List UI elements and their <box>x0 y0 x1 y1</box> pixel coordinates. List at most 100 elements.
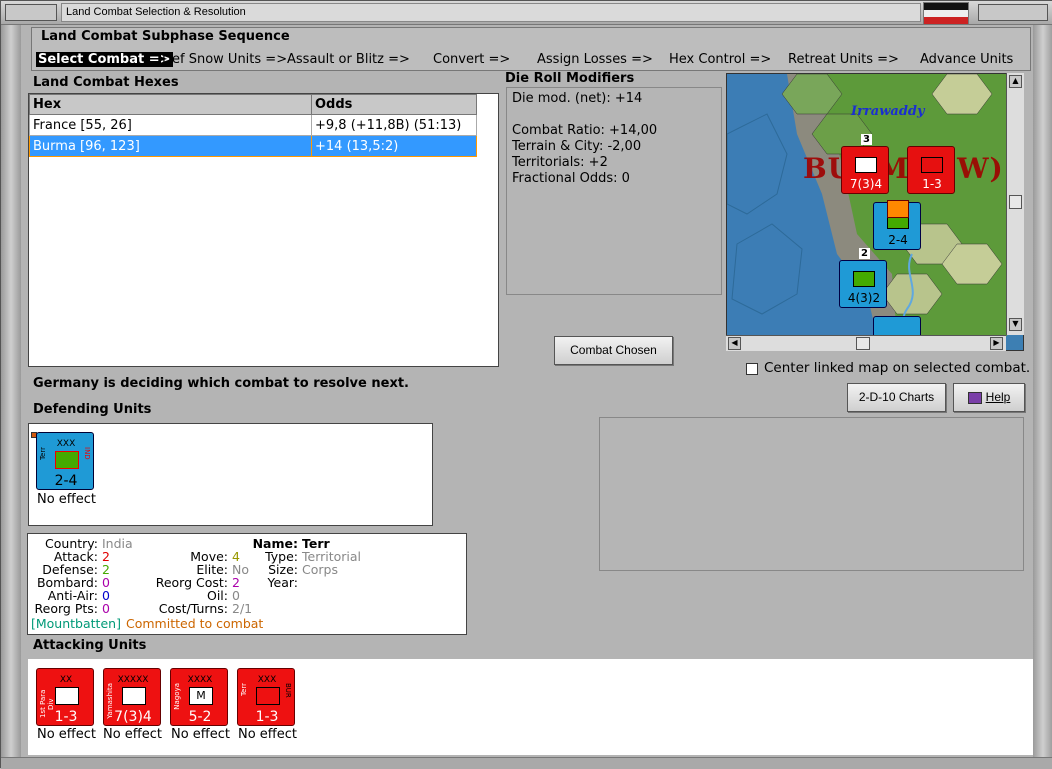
attacking-unit-counter[interactable]: XXX Terr BUR 1-3 <box>237 668 295 726</box>
unit-strength: 1-3 <box>255 709 279 725</box>
scroll-up-icon[interactable]: ▲ <box>1009 75 1022 88</box>
map-unit-strength: 1-3 <box>922 177 942 191</box>
reorg-value: 0 <box>102 601 110 616</box>
odds-cell[interactable]: +14 (13,5:2) <box>311 135 477 157</box>
attacking-unit-counter[interactable]: XXXX Nagoya M 5-2 <box>170 668 228 726</box>
scroll-thumb[interactable] <box>1009 195 1022 209</box>
column-header-odds[interactable]: Odds <box>311 94 477 115</box>
defending-units-title: Defending Units <box>33 402 152 417</box>
die-roll-modifiers-title: Die Roll Modifiers <box>505 71 635 86</box>
die-mod-line: Territorials: +2 <box>512 155 608 170</box>
reorg-label: Reorg Pts: <box>34 601 98 616</box>
table-row[interactable]: France [55, 26] +9,8 (+11,8B) (51:13) <box>29 114 477 136</box>
scroll-right-icon[interactable]: ▶ <box>990 337 1003 350</box>
help-book-icon <box>967 391 982 404</box>
unit-effect: No effect <box>238 727 298 742</box>
frame-left <box>1 25 21 765</box>
window-menu-button[interactable] <box>5 4 57 21</box>
defending-unit-counter[interactable]: XXX Terr IND 2-4 <box>36 432 94 490</box>
defending-units-panel: XXX Terr IND 2-4 No effect <box>28 423 433 526</box>
unit-strength: 7(3)4 <box>114 709 152 725</box>
scroll-down-icon[interactable]: ▼ <box>1009 318 1022 331</box>
combat-explosion-icon <box>887 200 909 218</box>
unit-symbol-icon <box>855 157 877 173</box>
infantry-symbol-icon <box>122 687 146 705</box>
map-horizontal-scrollbar[interactable]: ◀ ▶ <box>726 335 1006 351</box>
map-unit-strength: 2-4 <box>888 233 908 247</box>
attacking-units-panel: XX 1st Para Div 1-3 No effect XXXXX Yama… <box>28 659 1033 755</box>
linked-map[interactable]: Irrawaddy BURMA (W) 7(3)4 3 1-3 2-4 4(3)… <box>726 73 1024 351</box>
map-vertical-scrollbar[interactable]: ▲ ▼ <box>1006 73 1024 335</box>
unit-strength: 2-4 <box>54 473 78 489</box>
frame-right <box>1033 25 1052 765</box>
unit-nation: IND <box>83 447 91 460</box>
help-button[interactable]: Help <box>953 383 1025 412</box>
hex-cell[interactable]: France [55, 26] <box>29 114 312 136</box>
seq-step-advance: Advance Units <box>920 52 1014 67</box>
attacking-unit-counter[interactable]: XXXXX Yamashita 7(3)4 <box>103 668 161 726</box>
unit-strength: 5-2 <box>188 709 212 725</box>
unit-effect: No effect <box>37 492 97 507</box>
frame-bottom <box>1 757 1052 769</box>
unit-symbol-icon <box>921 157 943 173</box>
center-map-label: Center linked map on selected combat. <box>764 360 1031 376</box>
map-unit-mountbatten[interactable]: 4(3)2 <box>839 260 887 308</box>
unit-info-box: Country: India Attack: 2 Defense: 2 Bomb… <box>27 533 467 635</box>
title-bar: Land Combat Selection & Resolution <box>1 1 1052 25</box>
seq-step-convert: Convert => <box>433 52 511 67</box>
scroll-left-icon[interactable]: ◀ <box>728 337 741 350</box>
attacking-unit-counter[interactable]: XX 1st Para Div 1-3 <box>36 668 94 726</box>
seq-step-retreat: Retreat Units => <box>788 52 899 67</box>
die-roll-modifiers-box: Die mod. (net): +14 Combat Ratio: +14,00… <box>506 87 722 295</box>
seq-step-hex-control: Hex Control => <box>669 52 772 67</box>
subphase-sequence-title: Land Combat Subphase Sequence <box>41 29 290 44</box>
die-mod-line: Combat Ratio: +14,00 <box>512 123 658 138</box>
combat-result-panel <box>599 417 1024 571</box>
unit-effect: No effect <box>103 727 163 742</box>
odds-cell[interactable]: +9,8 (+11,8B) (51:13) <box>311 114 477 136</box>
map-stack-count: 3 <box>861 134 872 145</box>
seq-step-def-snow: Def Snow Units => <box>162 52 288 67</box>
seq-step-select-combat: Select Combat => <box>36 52 173 67</box>
cost-label: Cost/Turns: <box>158 601 228 616</box>
territorial-symbol-icon <box>256 687 280 705</box>
window-title: Land Combat Selection & Resolution <box>61 3 921 22</box>
map-unit-terr-bur[interactable]: 1-3 <box>907 146 955 194</box>
attacking-units-title: Attacking Units <box>33 638 147 653</box>
seq-step-assault: Assault or Blitz => <box>287 52 410 67</box>
hex-cell[interactable]: Burma [96, 123] <box>29 135 312 157</box>
unit-effect: No effect <box>171 727 231 742</box>
center-map-checkbox[interactable] <box>746 363 758 375</box>
seq-step-assign-losses: Assign Losses => <box>537 52 653 67</box>
unit-symbol-icon <box>853 271 875 287</box>
unit-effect: No effect <box>37 727 97 742</box>
unit-name: Nagoya <box>173 683 181 710</box>
cost-value: 2/1 <box>232 601 253 616</box>
scroll-thumb[interactable] <box>856 337 870 350</box>
map-unit-yamashita[interactable]: 7(3)4 <box>841 146 889 194</box>
map-river-label: Irrawaddy <box>851 104 925 119</box>
die-mod-line: Terrain & City: -2,00 <box>512 139 642 154</box>
nation-flag-icon <box>923 2 969 24</box>
airborne-symbol-icon <box>55 687 79 705</box>
charts-button[interactable]: 2-D-10 Charts <box>847 383 946 412</box>
unit-strength: 1-3 <box>54 709 78 725</box>
die-mod-line: Fractional Odds: 0 <box>512 171 630 186</box>
committed-status: Committed to combat <box>126 616 264 631</box>
die-mod-net: Die mod. (net): +14 <box>512 91 643 106</box>
combat-chosen-button[interactable]: Combat Chosen <box>554 336 673 365</box>
column-header-hex[interactable]: Hex <box>29 94 312 115</box>
territorial-symbol-icon <box>55 451 79 469</box>
help-label: Help <box>985 390 1011 404</box>
size-value: Corps <box>302 562 338 577</box>
window-controls[interactable] <box>978 4 1048 21</box>
leader-value: [Mountbatten] <box>31 616 121 631</box>
unit-name: Terr <box>240 683 248 697</box>
table-row-selected[interactable]: Burma [96, 123] +14 (13,5:2) <box>29 135 477 157</box>
unit-nation: BUR <box>284 683 292 698</box>
land-combat-hexes-title: Land Combat Hexes <box>33 75 179 90</box>
status-message: Germany is deciding which combat to reso… <box>33 376 409 391</box>
map-unit-strength: 7(3)4 <box>849 177 883 191</box>
map-region-label: BURMA (W) <box>803 152 1004 185</box>
mountain-symbol-icon: M <box>189 687 213 705</box>
